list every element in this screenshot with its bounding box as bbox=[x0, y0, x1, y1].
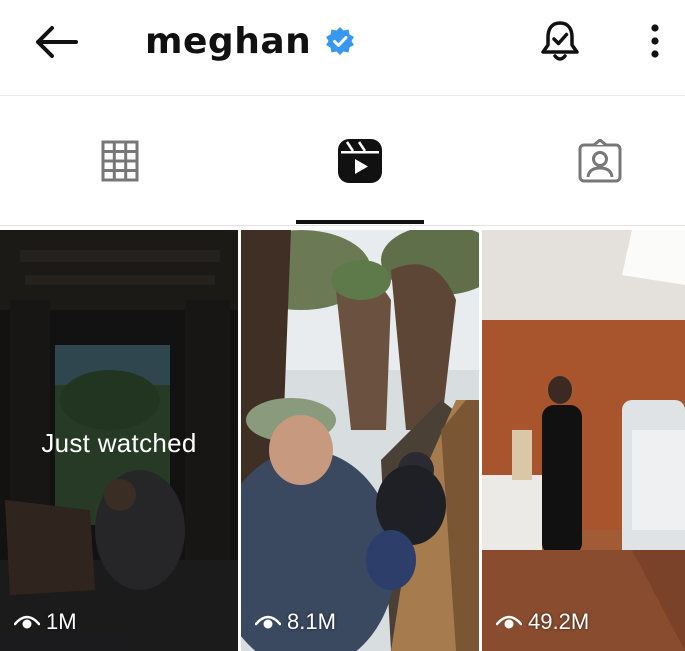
eye-icon bbox=[255, 615, 281, 629]
tab-reels[interactable] bbox=[295, 96, 425, 226]
view-count: 8.1M bbox=[255, 609, 336, 635]
reels-grid: Just watched 1M 8.1M 49.2M bbox=[0, 230, 685, 651]
active-tab-indicator bbox=[296, 220, 424, 224]
tab-posts[interactable] bbox=[55, 96, 185, 226]
profile-title: meghan bbox=[145, 16, 355, 66]
verified-badge-icon bbox=[326, 27, 355, 55]
eye-icon bbox=[14, 615, 40, 629]
tab-tagged[interactable] bbox=[535, 96, 665, 226]
grid-icon bbox=[101, 140, 139, 182]
username: meghan bbox=[145, 20, 312, 62]
reel-tile[interactable]: 8.1M bbox=[241, 230, 479, 651]
tagged-icon bbox=[578, 139, 622, 183]
profile-header: meghan bbox=[0, 0, 685, 96]
view-count: 1M bbox=[14, 609, 77, 635]
profile-tabs bbox=[0, 96, 685, 226]
notifications-button[interactable] bbox=[538, 18, 582, 64]
view-count: 49.2M bbox=[496, 609, 589, 635]
view-count-value: 49.2M bbox=[528, 609, 590, 634]
reel-thumbnail bbox=[241, 230, 479, 651]
more-vertical-icon bbox=[651, 24, 659, 58]
reels-icon bbox=[338, 139, 382, 183]
reel-thumbnail bbox=[482, 230, 685, 651]
eye-icon bbox=[496, 615, 522, 629]
more-options-button[interactable] bbox=[640, 20, 670, 64]
reel-tile[interactable]: 49.2M bbox=[482, 230, 685, 651]
reel-tile[interactable]: Just watched 1M bbox=[0, 230, 238, 651]
view-count-value: 1M bbox=[46, 609, 77, 634]
back-button[interactable] bbox=[28, 20, 84, 64]
just-watched-label: Just watched bbox=[41, 428, 197, 458]
arrow-left-icon bbox=[36, 26, 78, 58]
notification-bell-icon bbox=[541, 21, 579, 61]
view-count-value: 8.1M bbox=[287, 609, 336, 634]
